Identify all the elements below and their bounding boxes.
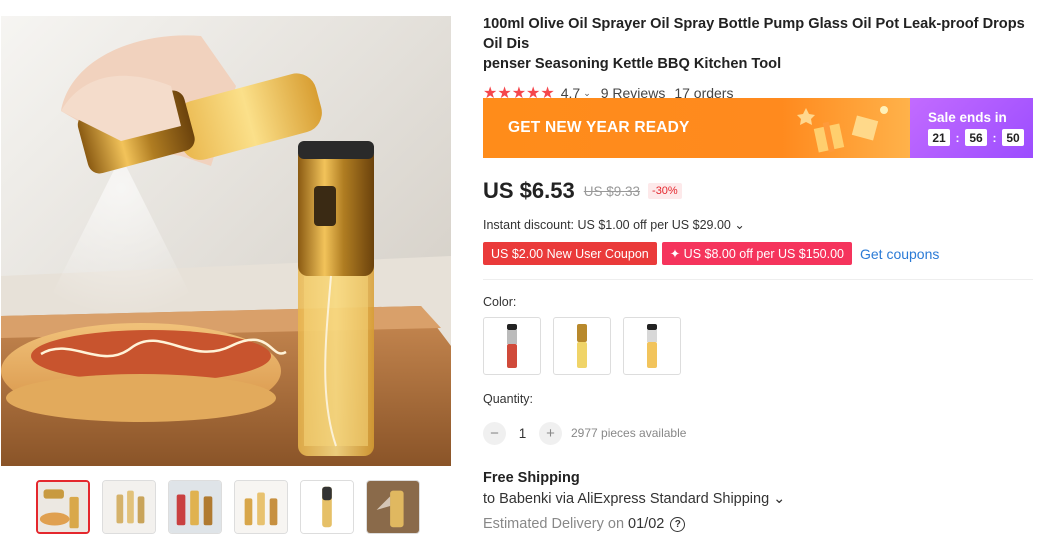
increase-quantity-button[interactable]: + xyxy=(539,421,562,445)
pieces-available: 2977 pieces available xyxy=(571,426,687,440)
shipping-method[interactable]: to Babenki via AliExpress Standard Shipp… xyxy=(483,491,785,507)
product-title: 100ml Olive Oil Sprayer Oil Spray Bottle… xyxy=(483,14,1035,74)
countdown-timer: 21 : 56 : 50 xyxy=(928,129,1024,146)
question-icon[interactable]: ? xyxy=(670,516,686,532)
quantity-stepper: − 1 + 2977 pieces available xyxy=(483,421,686,445)
thumbnail-2[interactable] xyxy=(102,480,156,534)
original-price: US $9.33 xyxy=(583,183,641,199)
discount-badge: -30% xyxy=(648,183,682,199)
price-row: US $6.53 US $9.33 -30% xyxy=(483,176,682,206)
color-options xyxy=(483,317,681,375)
instant-discount[interactable]: Instant discount: US $1.00 off per US $2… xyxy=(483,217,745,232)
quantity-label: Quantity: xyxy=(483,392,534,406)
product-title-line-1: 100ml Olive Oil Sprayer Oil Spray Bottle… xyxy=(483,16,1025,52)
product-page: 100ml Olive Oil Sprayer Oil Spray Bottle… xyxy=(0,0,1061,542)
gold-bottle-icon xyxy=(577,324,587,368)
timer-seconds: 50 xyxy=(1002,129,1024,146)
main-product-image[interactable] xyxy=(1,16,451,466)
estimated-delivery: Estimated Delivery on 01/02 ? xyxy=(483,516,686,532)
color-option-red-cap[interactable] xyxy=(483,317,541,375)
thumbnail-image xyxy=(103,481,155,533)
store-coupon[interactable]: ✦ US $8.00 off per US $150.00 xyxy=(661,242,852,265)
timer-minutes: 56 xyxy=(965,129,987,146)
color-option-gold[interactable] xyxy=(553,317,611,375)
new-user-coupon[interactable]: US $2.00 New User Coupon xyxy=(483,242,657,265)
timer-hours: 21 xyxy=(928,129,950,146)
color-option-silver-cap[interactable] xyxy=(623,317,681,375)
thumbnail-image xyxy=(169,481,221,533)
delivery-date: 01/02 xyxy=(628,516,665,532)
quantity-value[interactable]: 1 xyxy=(506,426,539,441)
promo-banner-main[interactable]: GET NEW YEAR READY xyxy=(483,98,910,158)
delivery-label: Estimated Delivery on xyxy=(483,516,625,532)
gift-boxes-icon xyxy=(797,106,888,153)
promo-banner-text: GET NEW YEAR READY xyxy=(508,119,690,136)
shipping-title: Free Shipping xyxy=(483,470,580,486)
product-info: 100ml Olive Oil Sprayer Oil Spray Bottle… xyxy=(483,14,1035,532)
color-label: Color: xyxy=(483,295,517,309)
section-divider xyxy=(483,279,1033,280)
chevron-down-icon[interactable]: ⌄ xyxy=(583,88,591,99)
silver-cap-bottle-icon xyxy=(647,324,657,368)
timer-separator: : xyxy=(992,130,997,145)
thumbnail-3[interactable] xyxy=(168,480,222,534)
thumbnail-4[interactable] xyxy=(234,480,288,534)
timer-separator: : xyxy=(955,130,960,145)
red-cap-bottle-icon xyxy=(507,324,517,368)
current-price: US $6.53 xyxy=(483,178,575,203)
thumbnail-image xyxy=(38,482,88,532)
thumbnail-5[interactable] xyxy=(300,480,354,534)
promo-banner[interactable]: GET NEW YEAR READY Sale ends in 21 : 56 … xyxy=(483,98,1033,158)
get-coupons-link[interactable]: Get coupons xyxy=(860,246,939,262)
decrease-quantity-button[interactable]: − xyxy=(483,421,506,445)
coupons-row: US $2.00 New User Coupon ✦ US $8.00 off … xyxy=(483,242,939,265)
product-title-line-2: penser Seasoning Kettle BBQ Kitchen Tool xyxy=(483,56,782,72)
thumbnail-image xyxy=(235,481,287,533)
thumbnail-1[interactable] xyxy=(36,480,90,534)
sale-ends-label: Sale ends in xyxy=(928,110,1007,125)
sale-countdown: Sale ends in 21 : 56 : 50 xyxy=(910,98,1033,158)
thumbnail-image xyxy=(301,481,353,533)
thumbnail-image xyxy=(367,481,419,533)
thumbnail-6[interactable] xyxy=(366,480,420,534)
product-photo-illustration xyxy=(1,16,451,466)
thumbnail-strip xyxy=(36,480,420,534)
